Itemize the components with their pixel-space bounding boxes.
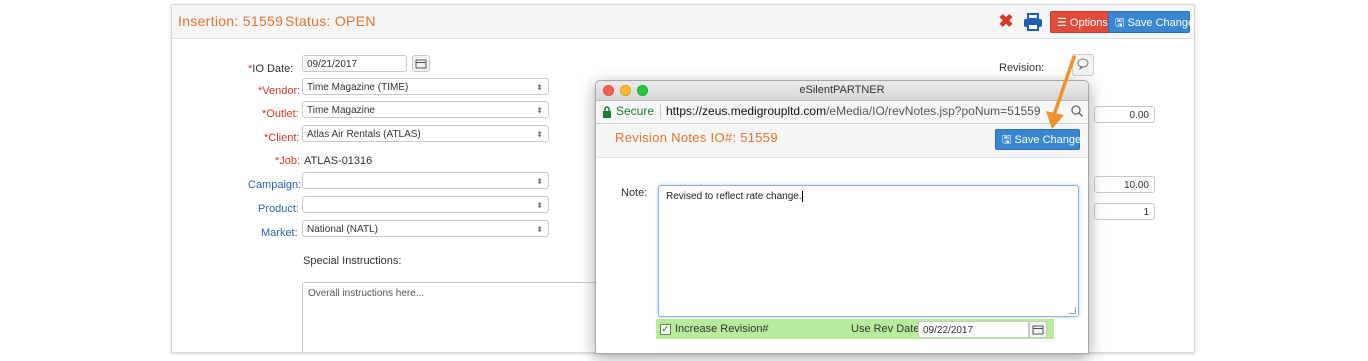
market-label: Market: — [261, 227, 298, 239]
window-title: eSilentPARTNER — [799, 84, 885, 96]
io-date-input[interactable]: 09/21/2017 — [302, 55, 407, 72]
select-arrow-icon: ⬍ — [536, 130, 543, 139]
revision-notes-heading: Revision Notes IO#: 51559 — [615, 130, 778, 145]
quantity-field[interactable]: 1 — [1094, 203, 1155, 220]
annotation-arrow-icon — [1046, 55, 1076, 129]
resize-handle[interactable] — [1069, 307, 1076, 314]
increase-revision-label: Increase Revision# — [675, 323, 769, 335]
product-select[interactable]: ⬍ — [302, 196, 549, 213]
secure-label: Secure — [616, 104, 655, 118]
url-separator — [660, 104, 661, 119]
use-rev-date-label: Use Rev Date: — [851, 323, 923, 335]
vendor-label: *Vendor: — [258, 85, 301, 97]
status-label: Status: OPEN — [285, 13, 376, 29]
market-select[interactable]: National (NATL) ⬍ — [302, 220, 549, 237]
url-text[interactable]: https://zeus.medigroupltd.com/eMedia/IO/… — [666, 104, 1041, 118]
job-label: *Job: — [275, 155, 301, 167]
select-arrow-icon: ⬍ — [536, 201, 543, 210]
calendar-icon[interactable] — [1029, 321, 1047, 338]
amount-field[interactable]: 0.00 — [1094, 106, 1155, 123]
product-label: Product: — [258, 203, 299, 215]
select-arrow-icon: ⬍ — [536, 225, 543, 234]
select-arrow-icon: ⬍ — [536, 106, 543, 115]
job-value: ATLAS-01316 — [304, 155, 373, 167]
special-instructions-label: Special Instructions: — [303, 255, 402, 267]
save-icon: 🖫 — [1002, 134, 1015, 146]
list-icon: ☰ — [1057, 17, 1070, 29]
revision-notes-window: eSilentPARTNER Secure https://zeus.medig… — [595, 80, 1089, 354]
client-select[interactable]: Atlas Air Rentals (ATLAS) ⬍ — [302, 125, 549, 142]
select-arrow-icon: ⬍ — [536, 83, 543, 92]
note-label: Note: — [621, 187, 648, 199]
calendar-icon[interactable] — [412, 55, 430, 72]
select-arrow-icon: ⬍ — [536, 177, 543, 186]
outlet-label: *Outlet: — [262, 108, 299, 120]
outlet-select[interactable]: Time Magazine ⬍ — [302, 101, 549, 118]
rate-field[interactable]: 10.00 — [1094, 176, 1155, 193]
io-date-label: *IO Date: — [248, 63, 294, 75]
save-changes-button[interactable]: 🖫 Save Changes — [1108, 11, 1194, 33]
special-instructions-textarea[interactable]: Overall instructions here... — [302, 282, 622, 352]
address-bar[interactable]: Secure https://zeus.medigroupltd.com/eMe… — [596, 101, 1088, 124]
save-icon: 🖫 — [1115, 17, 1128, 29]
use-rev-date-input[interactable]: 09/22/2017 — [918, 321, 1029, 338]
top-bar: Insertion: 51559 Status: OPEN ✖ ☰ Option… — [172, 5, 1194, 51]
campaign-label: Campaign: — [248, 179, 302, 191]
campaign-select[interactable]: ⬍ — [302, 172, 549, 189]
increase-revision-checkbox[interactable]: ✓ — [660, 324, 671, 335]
insertion-number: Insertion: 51559 — [178, 13, 284, 29]
window-titlebar[interactable]: eSilentPARTNER — [596, 81, 1088, 101]
print-icon[interactable] — [1022, 11, 1044, 33]
chevron-down-icon: ⌄ — [1057, 39, 1067, 51]
client-label: *Client: — [264, 132, 300, 144]
close-icon[interactable]: ✖ — [995, 10, 1017, 32]
vendor-select[interactable]: Time Magazine (TIME) ⬍ — [302, 78, 549, 95]
note-textarea[interactable]: Revised to reflect rate change. — [658, 185, 1079, 317]
lock-icon — [602, 106, 612, 118]
